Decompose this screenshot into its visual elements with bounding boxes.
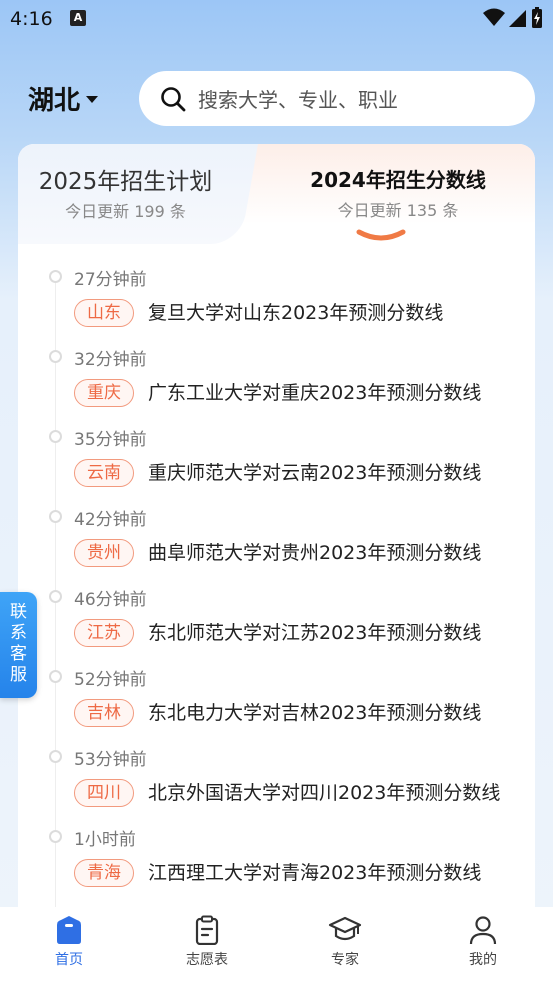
- item-title: 东北师范大学对江苏2023年预测分数线: [148, 622, 482, 644]
- clipboard-icon: [195, 915, 219, 945]
- item-time: 35分钟前: [74, 430, 147, 450]
- province-tag: 重庆: [74, 379, 134, 407]
- timeline-dot: [49, 350, 62, 363]
- status-icons: [483, 7, 543, 29]
- tab-indicator: [356, 229, 406, 241]
- province-tag: 青海: [74, 859, 134, 887]
- timeline-dot: [49, 750, 62, 763]
- tab-home[interactable]: 首页: [29, 915, 109, 969]
- customer-service-label: 联系客服: [10, 602, 27, 685]
- item-title: 曲阜师范大学对贵州2023年预测分数线: [148, 542, 482, 564]
- tab-label: 志愿表: [186, 952, 228, 968]
- timeline-dot: [49, 430, 62, 443]
- item-time: 1小时前: [74, 830, 136, 850]
- list-item[interactable]: 42分钟前 贵州 曲阜师范大学对贵州2023年预测分数线: [18, 498, 535, 578]
- region-selector[interactable]: 湖北: [28, 80, 99, 117]
- timeline-dot: [49, 670, 62, 683]
- score-card: 2025年招生计划 今日更新 199 条 2024年招生分数线 今日更新 135…: [18, 144, 535, 924]
- timeline-dot: [49, 510, 62, 523]
- list-item[interactable]: 1小时前 青海 江西理工大学对青海2023年预测分数线: [18, 818, 535, 898]
- region-label: 湖北: [28, 86, 81, 116]
- caret-down-icon: [86, 96, 99, 103]
- wifi-icon: [483, 8, 505, 26]
- province-tag: 吉林: [74, 699, 134, 727]
- timeline-dot: [49, 590, 62, 603]
- search-icon: [161, 86, 186, 111]
- item-time: 32分钟前: [74, 350, 147, 370]
- list-item[interactable]: 46分钟前 江苏 东北师范大学对江苏2023年预测分数线: [18, 578, 535, 658]
- tab-label: 专家: [331, 952, 359, 968]
- list-item[interactable]: 52分钟前 吉林 东北电力大学对吉林2023年预测分数线: [18, 658, 535, 738]
- list-item[interactable]: 35分钟前 云南 重庆师范大学对云南2023年预测分数线: [18, 418, 535, 498]
- timeline-dot: [49, 830, 62, 843]
- search-input[interactable]: 搜索大学、专业、职业: [198, 84, 398, 113]
- item-title: 东北电力大学对吉林2023年预测分数线: [148, 702, 482, 724]
- signal-icon: [509, 10, 526, 27]
- tab-experts[interactable]: 专家: [305, 915, 385, 969]
- timeline-dot: [49, 270, 62, 283]
- tab-subtitle: 今日更新 135 条: [337, 201, 459, 220]
- tab-label: 我的: [469, 952, 497, 968]
- list-item[interactable]: 32分钟前 重庆 广东工业大学对重庆2023年预测分数线: [18, 338, 535, 418]
- list-item[interactable]: 53分钟前 四川 北京外国语大学对四川2023年预测分数线: [18, 738, 535, 818]
- province-tag: 云南: [74, 459, 134, 487]
- item-time: 52分钟前: [74, 670, 147, 690]
- tab-profile[interactable]: 我的: [443, 915, 523, 969]
- status-time: 4:16: [10, 8, 53, 30]
- home-icon: [57, 916, 81, 944]
- item-time: 46分钟前: [74, 590, 147, 610]
- search-bar[interactable]: 搜索大学、专业、职业: [139, 71, 535, 126]
- province-tag: 贵州: [74, 539, 134, 567]
- list-item[interactable]: 27分钟前 山东 复旦大学对山东2023年预测分数线: [18, 258, 535, 338]
- tab-enrollment-plan[interactable]: 2025年招生计划 今日更新 199 条: [18, 162, 233, 222]
- item-time: 42分钟前: [74, 510, 147, 530]
- item-title: 江西理工大学对青海2023年预测分数线: [148, 862, 482, 884]
- item-title: 复旦大学对山东2023年预测分数线: [148, 302, 444, 324]
- item-title: 北京外国语大学对四川2023年预测分数线: [148, 782, 501, 804]
- bottom-tab-bar: 首页 志愿表 专家 我的: [0, 907, 553, 984]
- graduation-cap-icon: [328, 916, 362, 941]
- tab-title: 2024年招生分数线: [310, 168, 486, 192]
- user-icon: [469, 916, 497, 945]
- tab-label: 首页: [55, 952, 83, 968]
- tabs: 2025年招生计划 今日更新 199 条 2024年招生分数线 今日更新 135…: [18, 144, 535, 244]
- status-bar: 4:16 A: [0, 0, 553, 40]
- item-time: 27分钟前: [74, 270, 147, 290]
- notification-icon: A: [70, 10, 86, 26]
- item-time: 53分钟前: [74, 750, 147, 770]
- tab-score-line[interactable]: 2024年招生分数线 今日更新 135 条: [273, 162, 523, 221]
- tab-subtitle: 今日更新 199 条: [65, 202, 186, 221]
- tab-title: 2025年招生计划: [38, 169, 213, 195]
- header: 湖北 搜索大学、专业、职业: [0, 70, 553, 128]
- province-tag: 山东: [74, 299, 134, 327]
- item-title: 重庆师范大学对云南2023年预测分数线: [148, 462, 482, 484]
- tab-wishlist[interactable]: 志愿表: [167, 915, 247, 969]
- province-tag: 四川: [74, 779, 134, 807]
- item-title: 广东工业大学对重庆2023年预测分数线: [148, 382, 482, 404]
- battery-icon: [532, 7, 542, 28]
- province-tag: 江苏: [74, 619, 134, 647]
- customer-service-button[interactable]: 联系客服: [0, 592, 37, 698]
